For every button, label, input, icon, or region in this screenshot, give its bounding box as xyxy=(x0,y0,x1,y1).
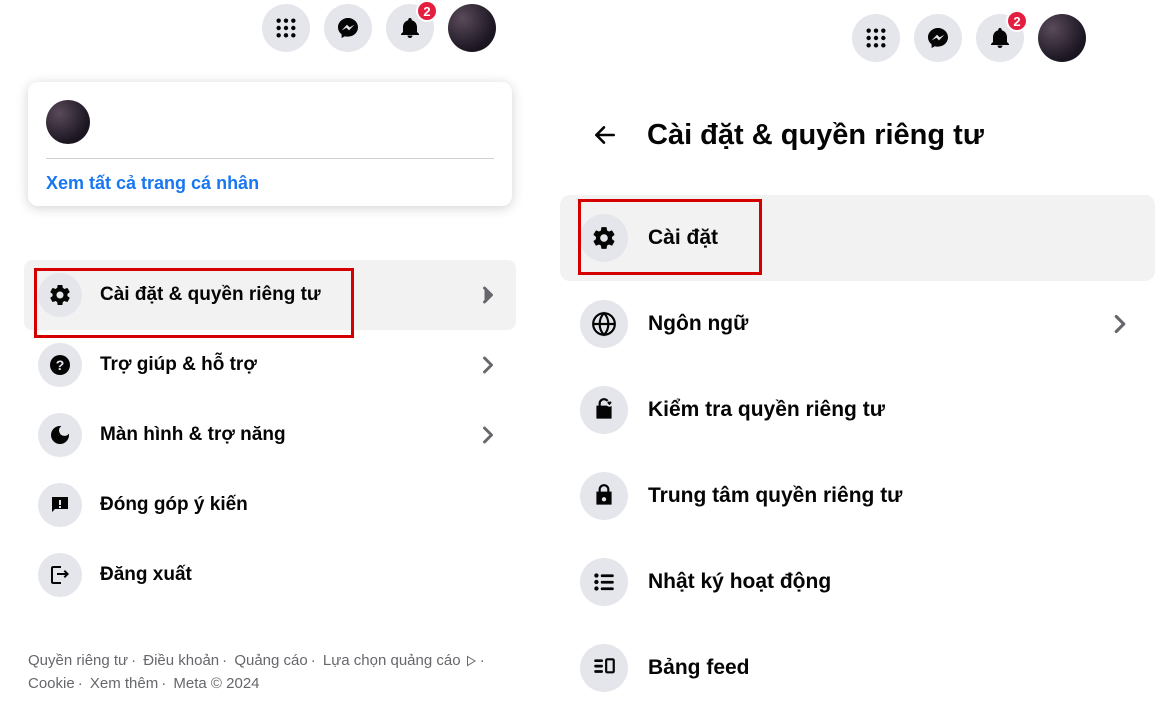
submenu-item-label: Ngôn ngữ xyxy=(648,312,1085,336)
footer-adchoices-link[interactable]: Lựa chọn quảng cáo xyxy=(323,652,461,669)
profile-avatar-button[interactable] xyxy=(448,4,496,52)
notification-badge: 2 xyxy=(416,0,438,22)
see-all-profiles-link[interactable]: Xem tất cả trang cá nhân xyxy=(46,173,494,194)
messenger-icon xyxy=(336,16,360,40)
logout-icon xyxy=(38,553,82,597)
submenu-item-label: Trung tâm quyền riêng tư xyxy=(648,484,1135,508)
footer-terms-link[interactable]: Điều khoản xyxy=(143,652,219,669)
settings-title: Cài đặt & quyền riêng tư xyxy=(647,119,984,152)
footer-cookie-link[interactable]: Cookie xyxy=(28,675,75,692)
menu-grid-button[interactable] xyxy=(262,4,310,52)
footer-links: Quyền riêng tư· Điều khoản· Quảng cáo· L… xyxy=(28,650,498,695)
bell-icon xyxy=(988,26,1012,50)
bell-icon xyxy=(398,16,422,40)
chevron-right-icon xyxy=(474,421,502,449)
feedback-icon xyxy=(38,483,82,527)
menu-item-label: Cài đặt & quyền riêng tư xyxy=(100,284,456,306)
lock-icon xyxy=(580,472,628,520)
notifications-button[interactable]: 2 xyxy=(386,4,434,52)
menu-item-label: Đóng góp ý kiến xyxy=(100,494,502,516)
menu-item-label: Đăng xuất xyxy=(100,564,502,586)
feed-icon xyxy=(580,644,628,692)
settings-header: Cài đặt & quyền riêng tư xyxy=(585,115,984,155)
menu-item-help-support[interactable]: ? Trợ giúp & hỗ trợ xyxy=(24,330,516,400)
messenger-button[interactable] xyxy=(324,4,372,52)
list-icon xyxy=(580,558,628,606)
chevron-right-icon xyxy=(474,281,502,309)
settings-submenu: Cài đặt Ngôn ngữ Kiểm tra quyền riêng tư… xyxy=(560,195,1155,711)
submenu-item-label: Cài đặt xyxy=(648,226,1135,250)
notifications-button[interactable]: 2 xyxy=(976,14,1024,62)
grid-icon xyxy=(275,17,297,39)
menu-grid-button[interactable] xyxy=(852,14,900,62)
footer-more-link[interactable]: Xem thêm xyxy=(90,675,158,692)
submenu-item-privacy-center[interactable]: Trung tâm quyền riêng tư xyxy=(560,453,1155,539)
menu-item-feedback[interactable]: Đóng góp ý kiến xyxy=(24,470,516,540)
submenu-item-label: Nhật ký hoạt động xyxy=(648,570,1135,594)
menu-item-display-accessibility[interactable]: Màn hình & trợ năng xyxy=(24,400,516,470)
submenu-item-settings[interactable]: Cài đặt xyxy=(560,195,1155,281)
profile-avatar-button[interactable] xyxy=(1038,14,1086,62)
submenu-item-privacy-checkup[interactable]: Kiểm tra quyền riêng tư xyxy=(560,367,1155,453)
account-menu: Cài đặt & quyền riêng tư ? Trợ giúp & hỗ… xyxy=(24,260,516,610)
lock-heart-icon xyxy=(580,386,628,434)
menu-item-logout[interactable]: Đăng xuất xyxy=(24,540,516,610)
footer-meta-text: Meta © 2024 xyxy=(173,675,259,692)
adchoices-icon xyxy=(465,655,477,667)
grid-icon xyxy=(865,27,887,49)
messenger-icon xyxy=(926,26,950,50)
top-nav-left: 2 xyxy=(262,4,496,52)
messenger-button[interactable] xyxy=(914,14,962,62)
divider xyxy=(46,158,494,159)
back-button[interactable] xyxy=(585,115,625,155)
gear-icon xyxy=(580,214,628,262)
footer-privacy-link[interactable]: Quyền riêng tư xyxy=(28,652,128,669)
menu-item-label: Màn hình & trợ năng xyxy=(100,424,456,446)
notification-badge: 2 xyxy=(1006,10,1028,32)
question-icon: ? xyxy=(38,343,82,387)
svg-text:?: ? xyxy=(56,357,65,373)
submenu-item-language[interactable]: Ngôn ngữ xyxy=(560,281,1155,367)
submenu-item-feed[interactable]: Bảng feed xyxy=(560,625,1155,711)
chevron-right-icon xyxy=(474,351,502,379)
profile-card: Xem tất cả trang cá nhân xyxy=(28,82,512,206)
footer-ads-link[interactable]: Quảng cáo xyxy=(234,652,307,669)
chevron-right-icon xyxy=(1105,309,1135,339)
moon-icon xyxy=(38,413,82,457)
submenu-item-label: Bảng feed xyxy=(648,656,1135,680)
submenu-item-activity-log[interactable]: Nhật ký hoạt động xyxy=(560,539,1155,625)
top-nav-right: 2 xyxy=(852,14,1086,62)
gear-icon xyxy=(38,273,82,317)
arrow-left-icon xyxy=(592,122,618,148)
submenu-item-label: Kiểm tra quyền riêng tư xyxy=(648,398,1135,422)
profile-avatar-small[interactable] xyxy=(46,100,90,144)
globe-icon xyxy=(580,300,628,348)
menu-item-label: Trợ giúp & hỗ trợ xyxy=(100,354,456,376)
menu-item-settings-privacy[interactable]: Cài đặt & quyền riêng tư xyxy=(24,260,516,330)
